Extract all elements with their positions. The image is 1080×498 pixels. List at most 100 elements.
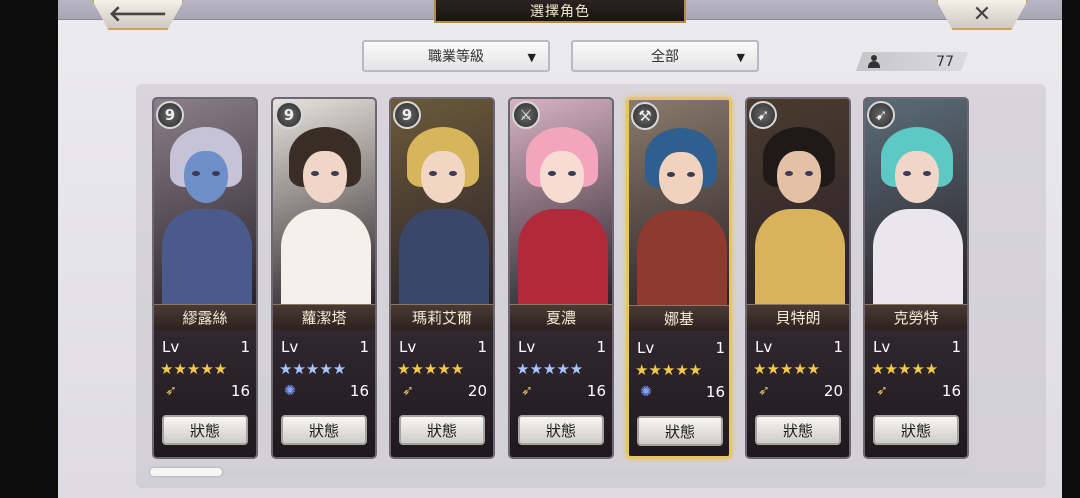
character-name: 蘿潔塔 [273,304,375,330]
status-button[interactable]: 狀態 [281,415,367,445]
status-button[interactable]: 狀態 [162,415,248,445]
back-button[interactable]: 🡐 [92,0,184,30]
status-button[interactable]: 狀態 [518,415,604,445]
portrait-eye [785,171,793,176]
swirl-icon: ✺ [284,383,296,399]
character-card[interactable]: 9 繆露絲 Lv 1 ★★★★★ ➶ 16 狀態 [152,97,258,459]
level-value: 1 [833,338,843,356]
portrait-face [421,151,465,203]
level-label: Lv [281,338,299,356]
star-rating: ★★★★★ [753,360,821,378]
level-label: Lv [755,338,773,356]
swirl-icon: ✺ [640,384,652,400]
character-select-screen: 🡐 選擇角色 ✕ 職業等級 ▼ 全部 ▼ 77 9 繆露絲 Lv 1 ★★★★★… [58,0,1062,498]
level-row: Lv 1 [281,338,369,356]
status-button[interactable]: 狀態 [755,415,841,445]
level-row: Lv 1 [518,338,606,356]
status-button[interactable]: 狀態 [399,415,485,445]
skill-value: 16 [230,382,250,400]
level-label: Lv [399,338,417,356]
level-label: Lv [162,338,180,356]
bow-icon: ➹ [867,101,895,129]
character-card[interactable]: ⚔ 夏濃 Lv 1 ★★★★★ ➶ 16 狀態 [508,97,614,459]
character-name: 貝特朗 [747,304,849,330]
portrait-face [303,151,347,203]
portrait-eye [212,171,220,176]
skill-value: 16 [705,383,725,401]
star-rating: ★★★★★ [279,360,347,378]
character-card[interactable]: 9 瑪莉艾爾 Lv 1 ★★★★★ ➶ 20 狀態 [389,97,495,459]
skill-row: ➶ 20 [755,382,843,400]
character-name: 夏濃 [510,304,612,330]
person-icon [868,55,880,68]
scroll-thumb[interactable] [150,468,222,476]
wing-icon: ➶ [402,383,414,399]
portrait-eye [667,172,675,177]
class-level-dropdown-label: 職業等級 [428,49,484,65]
level-row: Lv 1 [873,338,961,356]
portrait-eye [192,171,200,176]
character-card[interactable]: ➹ 克勞特 Lv 1 ★★★★★ ➶ 16 狀態 [863,97,969,459]
level-row: Lv 1 [399,338,487,356]
page-title: 選擇角色 [434,0,686,23]
scope-dropdown[interactable]: 全部 ▼ [571,40,759,72]
level-label: Lv [518,338,536,356]
skill-value: 16 [941,382,961,400]
level-row: Lv 1 [755,338,843,356]
class-level-dropdown[interactable]: 職業等級 ▼ [362,40,550,72]
skill-value: 16 [349,382,369,400]
close-button[interactable]: ✕ [936,0,1028,30]
portrait-body [873,209,963,304]
skill-row: ✺ 16 [281,382,369,400]
skill-row: ➶ 16 [873,382,961,400]
character-info: Lv 1 ★★★★★ ➶ 16 狀態 [865,330,967,457]
wing-icon: ➶ [521,383,533,399]
level-row: Lv 1 [637,339,725,357]
portrait-face [184,151,228,203]
status-button[interactable]: 狀態 [873,415,959,445]
character-portrait [510,99,612,304]
character-info: Lv 1 ★★★★★ ➶ 16 狀態 [510,330,612,457]
star-rating: ★★★★★ [397,360,465,378]
left-black-bar [0,0,58,498]
status-button[interactable]: 狀態 [637,416,723,446]
portrait-body [637,210,727,305]
sword-9-icon: 9 [393,101,421,129]
level-value: 1 [951,338,961,356]
axe-icon: ⚒ [631,102,659,130]
portrait-eye [568,171,576,176]
character-card[interactable]: 9 蘿潔塔 Lv 1 ★★★★★ ✺ 16 狀態 [271,97,377,459]
portrait-eye [687,172,695,177]
back-arrow-icon: 🡐 [108,2,168,27]
character-info: Lv 1 ★★★★★ ➶ 20 狀態 [747,330,849,457]
character-portrait [273,99,375,304]
star-rating: ★★★★★ [516,360,584,378]
level-label: Lv [873,338,891,356]
wing-icon: ➶ [165,383,177,399]
skill-row: ➶ 20 [399,382,487,400]
character-name: 繆露絲 [154,304,256,330]
character-info: Lv 1 ★★★★★ ➶ 20 狀態 [391,330,493,457]
character-portrait [391,99,493,304]
level-value: 1 [359,338,369,356]
character-portrait [154,99,256,304]
sword-icon: ⚔ [512,101,540,129]
character-card[interactable]: ➹ 貝特朗 Lv 1 ★★★★★ ➶ 20 狀態 [745,97,851,459]
bow-icon: ➹ [749,101,777,129]
wing-icon: ➶ [758,383,770,399]
star-rating: ★★★★★ [160,360,228,378]
portrait-eye [449,171,457,176]
wing-icon: ➶ [876,383,888,399]
portrait-face [777,151,821,203]
character-name: 克勞特 [865,304,967,330]
character-portrait [747,99,849,304]
portrait-eye [429,171,437,176]
level-row: Lv 1 [162,338,250,356]
character-card[interactable]: ⚒ 娜基 Lv 1 ★★★★★ ✺ 16 狀態 [626,97,732,459]
character-portrait [865,99,967,304]
character-name: 瑪莉艾爾 [391,304,493,330]
portrait-eye [311,171,319,176]
horizontal-scrollbar[interactable] [150,468,970,476]
portrait-body [399,209,489,304]
level-label: Lv [637,339,655,357]
